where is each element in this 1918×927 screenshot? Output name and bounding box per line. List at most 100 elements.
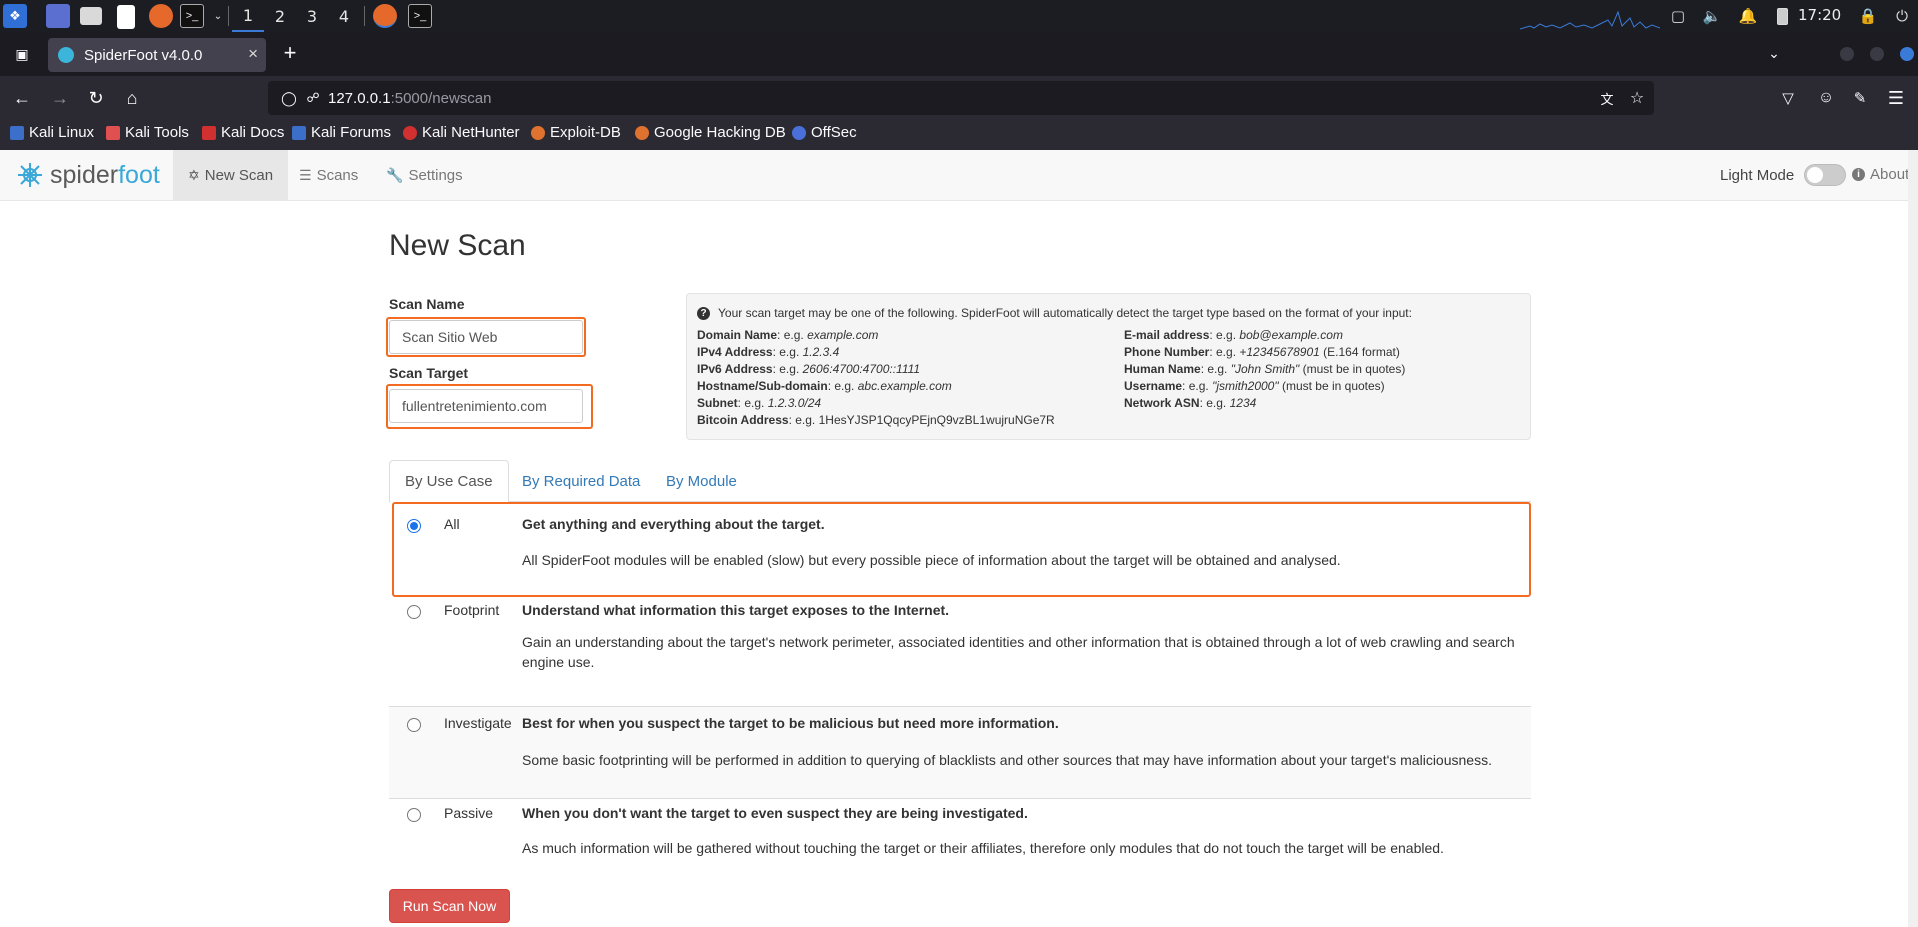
info-ipv6: IPv6 Address: e.g. 2606:4700:4700::1111 xyxy=(697,362,921,376)
tab-by-use-case[interactable]: By Use Case xyxy=(389,460,509,503)
light-mode-toggle[interactable]: Light Mode xyxy=(1720,164,1847,186)
bookmark-google-hacking-db[interactable]: Google Hacking DB xyxy=(635,124,786,141)
terminal-launcher-icon[interactable]: >_ xyxy=(180,4,204,28)
browser-tab-spiderfoot[interactable]: SpiderFoot v4.0.0 × xyxy=(48,38,266,72)
bookmark-kali-nethunter[interactable]: Kali NetHunter xyxy=(403,124,520,141)
bookmark-star-icon[interactable]: ☆ xyxy=(1628,89,1646,107)
pocket-icon[interactable]: ▽ xyxy=(1776,86,1800,110)
tab-overflow-chevron-icon[interactable]: ⌄ xyxy=(1762,40,1786,66)
text-editor-icon[interactable] xyxy=(117,5,135,29)
scan-target-input[interactable]: fullentretenimiento.com xyxy=(389,389,583,423)
use-case-passive[interactable]: Passive When you don't want the target t… xyxy=(389,799,1531,877)
nav-settings[interactable]: 🔧 Settings xyxy=(371,150,478,200)
kali-tools-icon xyxy=(106,125,120,140)
info-ipv4: IPv4 Address: e.g. 1.2.3.4 xyxy=(697,345,840,359)
close-window-icon[interactable] xyxy=(1900,47,1914,61)
bookmark-label: Kali Forums xyxy=(311,124,392,141)
info-circle-icon: i xyxy=(1852,168,1865,181)
chevron-down-icon[interactable]: ⌄ xyxy=(206,4,230,28)
page-title: New Scan xyxy=(389,229,526,262)
nav-about[interactable]: i About xyxy=(1852,166,1909,183)
new-tab-button[interactable]: + xyxy=(278,40,302,66)
workspace-4[interactable]: 4 xyxy=(328,0,360,32)
bookmark-exploit-db[interactable]: Exploit-DB xyxy=(531,124,621,141)
bookmark-kali-docs[interactable]: Kali Docs xyxy=(202,124,284,141)
info-domain: Domain Name: e.g. example.com xyxy=(697,328,879,342)
use-case-description: Gain an understanding about the target's… xyxy=(522,634,1515,670)
spiderfoot-logo[interactable]: spider foot xyxy=(16,160,160,190)
account-icon[interactable]: ☺ xyxy=(1814,86,1838,110)
nav-new-scan[interactable]: ✡ New Scan xyxy=(173,150,289,200)
use-case-name: Passive xyxy=(444,805,494,821)
nav-scans[interactable]: ☰ Scans xyxy=(284,150,373,200)
info-subnet: Subnet: e.g. 1.2.3.0/24 xyxy=(697,396,822,410)
clock[interactable]: 17:20 xyxy=(1798,6,1841,24)
browser-tab-bar: ▣ SpiderFoot v4.0.0 × + ⌄ xyxy=(0,32,1918,76)
bookmark-kali-tools[interactable]: Kali Tools xyxy=(106,124,189,141)
terminal-window-icon[interactable]: >_ xyxy=(408,4,432,28)
maximize-window-icon[interactable] xyxy=(1870,47,1884,61)
tab-by-required-data[interactable]: By Required Data xyxy=(507,460,655,502)
radio-footprint[interactable] xyxy=(407,605,421,619)
scan-name-label: Scan Name xyxy=(389,296,465,312)
info-email: E-mail address: e.g. bob@example.com xyxy=(1124,328,1343,342)
use-case-heading: Understand what information this target … xyxy=(522,602,950,618)
workspace-1[interactable]: 1 xyxy=(232,0,264,32)
menu-icon[interactable]: ☰ xyxy=(1884,86,1908,110)
radio-investigate[interactable] xyxy=(407,718,421,732)
lock-icon[interactable]: 🔒 xyxy=(1858,6,1878,26)
info-heading-text: Your scan target may be one of the follo… xyxy=(718,306,1412,320)
exploit-db-icon xyxy=(531,125,545,140)
shield-icon[interactable]: ◯ xyxy=(280,89,298,107)
list-icon: ☰ xyxy=(299,166,312,183)
tab-list-icon[interactable]: ▣ xyxy=(10,42,34,66)
radio-passive[interactable] xyxy=(407,808,421,822)
bookmark-label: Kali Tools xyxy=(125,124,189,141)
page-scrollbar[interactable] xyxy=(1908,150,1918,927)
wrench-icon: 🔧 xyxy=(386,166,404,183)
translate-icon[interactable]: 文 xyxy=(1598,89,1616,107)
notification-bell-icon[interactable]: 🔔 xyxy=(1738,6,1758,26)
home-icon[interactable]: ⌂ xyxy=(120,86,144,110)
firefox-launcher-icon[interactable] xyxy=(149,4,173,28)
tab-by-module[interactable]: By Module xyxy=(651,460,752,502)
reload-icon[interactable]: ↻ xyxy=(84,86,108,110)
info-username: Username: e.g. "jsmith2000" (must be in … xyxy=(1124,379,1385,393)
volume-icon[interactable]: 🔈 xyxy=(1702,6,1722,26)
os-top-panel: ❖ >_ ⌄ 1 2 3 4 >_ ▢ 🔈 🔔 17:20 🔒 ⏻ xyxy=(0,0,1918,32)
back-icon[interactable]: ← xyxy=(10,86,34,110)
workspace-3[interactable]: 3 xyxy=(296,0,328,32)
scan-target-label: Scan Target xyxy=(389,365,469,381)
kali-icon xyxy=(10,125,24,140)
ghdb-icon xyxy=(635,125,649,140)
run-scan-button[interactable]: Run Scan Now xyxy=(389,889,510,923)
page-info-icon[interactable]: ☍ xyxy=(304,89,322,107)
firefox-window-icon[interactable] xyxy=(373,4,397,28)
target-info-panel: ? Your scan target may be one of the fol… xyxy=(686,293,1531,440)
close-tab-icon[interactable]: × xyxy=(248,44,258,64)
use-case-footprint[interactable]: Footprint Understand what information th… xyxy=(389,594,1531,706)
forward-icon[interactable]: → xyxy=(48,86,72,110)
use-case-investigate[interactable]: Investigate Best for when you suspect th… xyxy=(389,707,1531,798)
workspace-2[interactable]: 2 xyxy=(264,0,296,32)
bookmark-kali-forums[interactable]: Kali Forums xyxy=(292,124,391,141)
extensions-icon[interactable]: ✎ xyxy=(1848,86,1872,110)
power-icon[interactable]: ⏻ xyxy=(1892,6,1912,26)
spiderfoot-navbar: spider foot ✡ New Scan ☰ Scans 🔧 Settings Li… xyxy=(0,150,1909,201)
bookmark-label: Kali NetHunter xyxy=(422,124,520,141)
display-icon[interactable]: ▢ xyxy=(1668,6,1688,26)
file-manager-icon[interactable] xyxy=(80,7,102,25)
highlight-use-case-all xyxy=(392,502,1531,597)
kali-menu-icon[interactable]: ❖ xyxy=(3,4,27,28)
url-bar[interactable]: ◯ ☍ 127.0.0.1:5000/newscan 文 ☆ xyxy=(268,81,1654,115)
info-phone: Phone Number: e.g. +12345678901 (E.164 f… xyxy=(1124,345,1400,359)
desktop-icon[interactable] xyxy=(46,4,70,28)
toggle-switch[interactable] xyxy=(1804,164,1847,186)
bookmark-offsec[interactable]: OffSec xyxy=(792,124,857,141)
use-case-description: Some basic footprinting will be performe… xyxy=(522,752,1492,768)
battery-icon[interactable] xyxy=(1772,6,1792,26)
minimize-window-icon[interactable] xyxy=(1840,47,1854,61)
bookmark-kali-linux[interactable]: Kali Linux xyxy=(10,124,94,141)
scan-name-input[interactable]: Scan Sitio Web xyxy=(389,320,583,354)
spider-web-icon xyxy=(18,163,42,187)
